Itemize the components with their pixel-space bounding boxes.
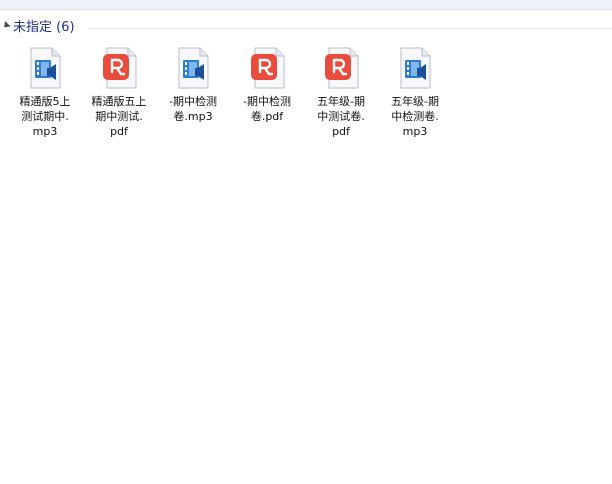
file-item[interactable]: 精通版五上 期中测试. pdf xyxy=(82,46,156,139)
group-header[interactable]: 未指定 (6) xyxy=(0,18,612,38)
file-grid: 精通版5上 测试期中. mp3 精通版五上 期中测试. pdf -期中检测 卷.… xyxy=(6,46,612,156)
file-item[interactable]: -期中检测 卷.mp3 xyxy=(156,46,230,124)
file-item[interactable]: -期中检测 卷.pdf xyxy=(230,46,304,124)
file-name[interactable]: 精通版5上 测试期中. mp3 xyxy=(8,94,82,139)
group-title[interactable]: 未指定 (6) xyxy=(13,18,75,38)
audio-video-file-icon xyxy=(30,47,61,89)
file-name[interactable]: 五年级-期 中检测卷. mp3 xyxy=(378,94,452,139)
pdf-file-icon xyxy=(251,47,285,89)
file-name[interactable]: 精通版五上 期中测试. pdf xyxy=(82,94,156,139)
file-name[interactable]: -期中检测 卷.mp3 xyxy=(156,94,230,124)
group-divider xyxy=(88,28,612,29)
collapse-arrow-icon[interactable] xyxy=(1,20,11,31)
file-item[interactable]: 精通版5上 测试期中. mp3 xyxy=(8,46,82,139)
file-item[interactable]: 五年级-期 中测试卷. pdf xyxy=(304,46,378,139)
file-name[interactable]: 五年级-期 中测试卷. pdf xyxy=(304,94,378,139)
audio-video-file-icon xyxy=(400,47,431,89)
audio-video-file-icon xyxy=(178,47,209,89)
pdf-file-icon xyxy=(103,47,137,89)
file-item[interactable]: 五年级-期 中检测卷. mp3 xyxy=(378,46,452,139)
file-name[interactable]: -期中检测 卷.pdf xyxy=(230,94,304,124)
toolbar-strip xyxy=(0,0,612,10)
pdf-file-icon xyxy=(325,47,359,89)
